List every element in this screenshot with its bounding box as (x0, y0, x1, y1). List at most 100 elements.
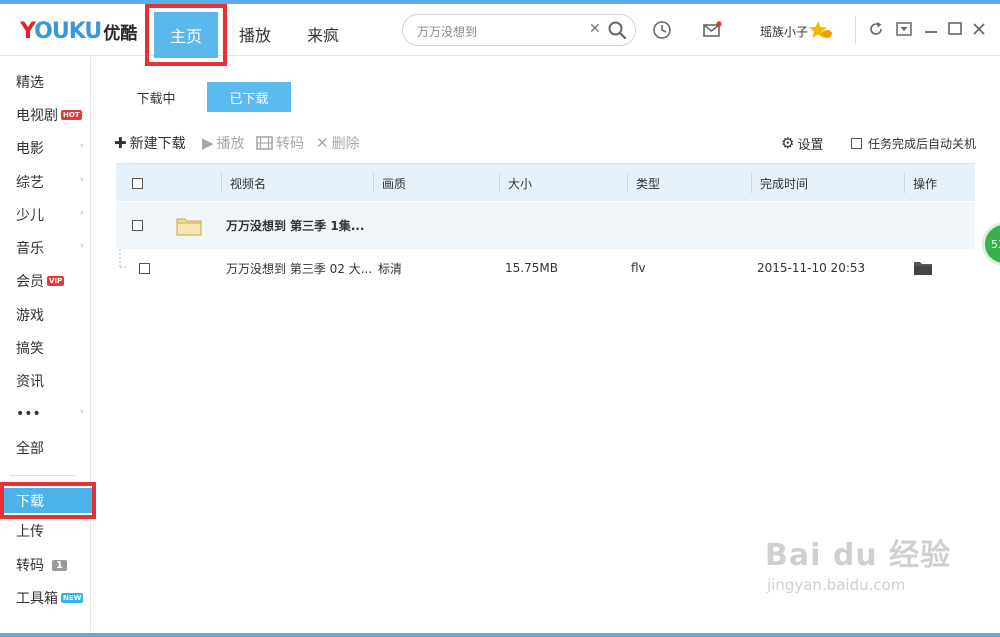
auto-shutdown-checkbox[interactable] (851, 137, 862, 149)
column-header-type[interactable]: 类型 (636, 164, 660, 202)
sidebar-item-tv[interactable]: 电视剧 HOT › (0, 100, 90, 130)
row-type: flv (631, 261, 646, 275)
settings-button[interactable]: ⚙ 设置 (781, 132, 823, 154)
column-header-finished[interactable]: 完成时间 (760, 164, 808, 202)
column-divider (627, 173, 628, 193)
download-toolbar: ✚ 新建下载 ▶ 播放 转码 ✕ 删除 ⚙ 设置 任务完成后自动关机 (114, 132, 976, 154)
username[interactable]: 瑶族小子 (760, 23, 808, 40)
group-title: 万万没想到 第三季 1集... (226, 219, 365, 233)
youku-app-window: YOUKU 优酷 主页 播放 来疯 ✕ 瑶族小子 (0, 0, 1000, 637)
column-divider (499, 173, 500, 193)
chevron-right-icon: › (80, 208, 84, 218)
column-header-size[interactable]: 大小 (508, 164, 532, 202)
sidebar-item-movie[interactable]: 电影 › (0, 133, 90, 163)
nav-tab-laifeng[interactable]: 来疯 (307, 22, 339, 46)
message-icon[interactable] (702, 20, 722, 40)
maximize-icon[interactable] (946, 20, 964, 38)
sidebar-item-variety[interactable]: 综艺 › (0, 167, 90, 197)
tab-downloaded[interactable]: 已下载 (207, 82, 291, 112)
menu-icon[interactable] (895, 20, 913, 38)
column-divider (904, 173, 905, 193)
watermark-url: jingyan.baidu.com (767, 576, 906, 594)
chevron-right-icon: › (80, 241, 84, 251)
new-badge: NEW (61, 593, 84, 603)
film-icon (256, 136, 273, 150)
play-button[interactable]: ▶ 播放 (202, 132, 245, 154)
transcode-button[interactable]: 转码 (256, 132, 304, 154)
sidebar-item-upload[interactable]: 上传 (0, 516, 90, 546)
search-icon[interactable] (607, 20, 627, 40)
transcode-count-badge: 1 (52, 559, 67, 571)
select-all-checkbox[interactable] (132, 177, 143, 189)
sidebar: 精选 电视剧 HOT › 电影 › 综艺 › 少儿 › 音乐 › 会员 VIP 游戏 搞笑 资… (0, 57, 96, 633)
close-window-icon[interactable] (970, 20, 988, 38)
sidebar-item-transcode[interactable]: 转码 1 (0, 550, 90, 580)
column-header-name[interactable]: 视频名 (230, 164, 266, 202)
new-download-button[interactable]: ✚ 新建下载 (114, 132, 186, 154)
sidebar-item-kids[interactable]: 少儿 › (0, 200, 90, 230)
sidebar-item-download[interactable]: 下载 (4, 488, 92, 513)
download-highlight-box: 下载 (0, 482, 96, 519)
chevron-right-icon: › (80, 407, 84, 417)
sidebar-divider (10, 475, 76, 476)
nav-tab-home[interactable]: 主页 (154, 12, 218, 58)
table-group-row[interactable]: 万万没想到 第三季 1集... (116, 202, 975, 249)
sidebar-item-vip[interactable]: 会员 VIP (0, 266, 90, 296)
folder-icon (176, 202, 202, 249)
sidebar-item-funny[interactable]: 搞笑 (0, 333, 90, 363)
chevron-right-icon: › (80, 141, 84, 151)
sidebar-item-games[interactable]: 游戏 (0, 300, 90, 330)
vip-badge: VIP (47, 276, 65, 286)
delete-button[interactable]: ✕ 删除 (316, 132, 360, 154)
watermark-title: Bai du 经验 (765, 538, 952, 573)
speed-float-ball[interactable]: 53 (982, 222, 1000, 266)
sidebar-item-all[interactable]: 全部 (0, 433, 90, 463)
download-table-header: 视频名 画质 大小 类型 完成时间 操作 (116, 163, 975, 201)
column-divider (373, 173, 374, 193)
row-quality: 标清 (378, 261, 403, 276)
column-divider (221, 173, 222, 193)
group-checkbox-cell (132, 202, 143, 249)
sidebar-item-featured[interactable]: 精选 (0, 67, 90, 97)
chevron-right-icon: › (80, 175, 84, 185)
header-bar: YOUKU 优酷 主页 播放 来疯 ✕ 瑶族小子 (0, 4, 1000, 66)
row-finished-time: 2015-11-10 20:53 (757, 261, 866, 275)
search-box: ✕ (402, 14, 636, 46)
sidebar-item-news[interactable]: 资讯 (0, 366, 90, 396)
user-level-star-icon (809, 21, 832, 38)
home-nav-highlight-box: 主页 (145, 4, 227, 66)
row-checkbox[interactable] (139, 262, 150, 274)
column-header-action: 操作 (913, 176, 938, 191)
plus-icon: ✚ (114, 134, 127, 152)
row-size: 15.75MB (505, 261, 558, 275)
close-icon[interactable]: ✕ (589, 21, 601, 37)
tree-connector (119, 249, 127, 268)
column-divider (751, 173, 752, 193)
sidebar-item-toolbox[interactable]: 工具箱 NEW (0, 583, 90, 613)
auto-shutdown-option[interactable]: 任务完成后自动关机 (851, 132, 976, 154)
header-divider (855, 16, 856, 44)
folder-icon[interactable] (913, 249, 933, 287)
minimize-icon[interactable] (922, 20, 940, 38)
sidebar-item-more[interactable]: ••• › (0, 399, 90, 429)
gear-icon: ⚙ (781, 134, 795, 152)
logo-text-zh: 优酷 (103, 23, 138, 44)
row-video-name: 万万没想到 第三季 02 大... (226, 261, 373, 276)
table-row[interactable]: 万万没想到 第三季 02 大... 标清 15.75MB flv 2015-11… (116, 249, 975, 287)
group-checkbox[interactable] (132, 220, 143, 231)
hot-badge: HOT (61, 110, 82, 120)
sidebar-item-music[interactable]: 音乐 › (0, 233, 90, 263)
search-input[interactable] (417, 21, 577, 41)
chevron-right-icon: › (80, 108, 84, 118)
delete-x-icon: ✕ (316, 134, 329, 152)
refresh-icon[interactable] (867, 20, 885, 38)
tab-downloading[interactable]: 下载中 (120, 82, 192, 112)
logo-text-en: YOUKU (20, 18, 102, 44)
youku-logo[interactable]: YOUKU 优酷 (20, 18, 137, 44)
history-icon[interactable] (652, 20, 672, 40)
play-icon: ▶ (202, 134, 214, 152)
bottom-accent-strip (0, 633, 1000, 637)
baidu-watermark: Bai du 经验 jingyan.baidu.com (765, 530, 985, 620)
nav-tab-play[interactable]: 播放 (239, 22, 271, 46)
column-header-quality[interactable]: 画质 (382, 164, 406, 202)
